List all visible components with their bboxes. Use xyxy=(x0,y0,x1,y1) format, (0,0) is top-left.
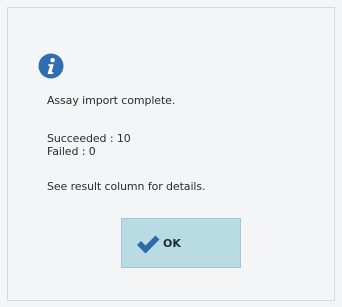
checkmark-icon xyxy=(137,235,160,254)
info-icon xyxy=(38,53,64,79)
message-text: Assay import complete. xyxy=(47,94,176,107)
ok-button[interactable]: OK xyxy=(121,218,241,268)
failed-count: Failed : 0 xyxy=(47,145,96,158)
import-result-dialog: Assay import complete. Succeeded : 10 Fa… xyxy=(0,0,342,307)
succeeded-count: Succeeded : 10 xyxy=(47,132,131,145)
details-text: See result column for details. xyxy=(47,180,206,193)
ok-button-label: OK xyxy=(163,237,181,250)
